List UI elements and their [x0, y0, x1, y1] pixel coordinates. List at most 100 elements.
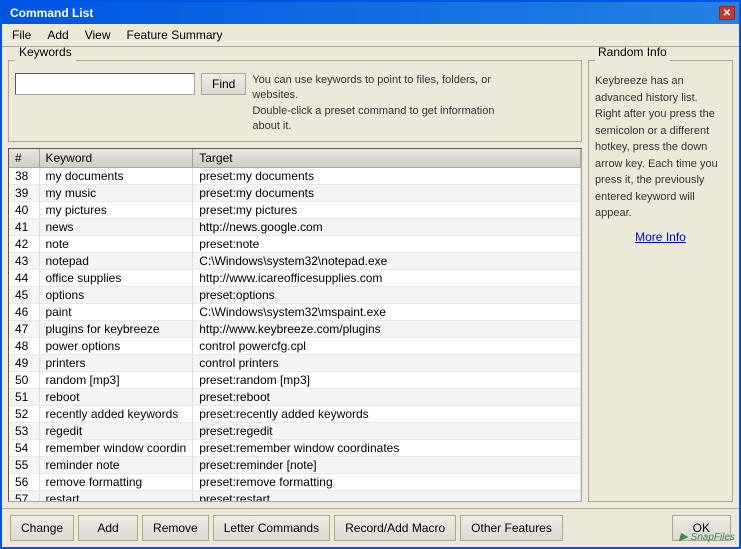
col-keyword: Keyword: [39, 149, 193, 168]
cell-num: 43: [9, 252, 39, 269]
cell-target: http://news.google.com: [193, 218, 581, 235]
cell-num: 56: [9, 473, 39, 490]
cell-num: 55: [9, 456, 39, 473]
menu-feature-summary[interactable]: Feature Summary: [121, 26, 229, 44]
cell-target: preset:reminder [note]: [193, 456, 581, 473]
cell-keyword: news: [39, 218, 193, 235]
cell-num: 44: [9, 269, 39, 286]
other-features-button[interactable]: Other Features: [460, 515, 563, 541]
remove-button[interactable]: Remove: [142, 515, 209, 541]
table-row[interactable]: 43 notepad C:\Windows\system32\notepad.e…: [9, 252, 581, 269]
table-row[interactable]: 47 plugins for keybreeze http://www.keyb…: [9, 320, 581, 337]
random-info-group: Random Info Keybreeze has an advanced hi…: [588, 53, 733, 502]
table-row[interactable]: 44 office supplies http://www.icareoffic…: [9, 269, 581, 286]
keywords-label: Keywords: [15, 47, 76, 59]
cell-keyword: notepad: [39, 252, 193, 269]
cell-keyword: power options: [39, 337, 193, 354]
table-row[interactable]: 40 my pictures preset:my pictures: [9, 201, 581, 218]
cell-keyword: recently added keywords: [39, 405, 193, 422]
menu-view[interactable]: View: [79, 26, 117, 44]
cell-keyword: remove formatting: [39, 473, 193, 490]
keyword-hint: You can use keywords to point to files, …: [252, 73, 502, 135]
cell-num: 50: [9, 371, 39, 388]
keyword-input[interactable]: [15, 73, 195, 95]
cell-num: 57: [9, 490, 39, 501]
cell-num: 54: [9, 439, 39, 456]
menu-bar: File Add View Feature Summary: [2, 24, 739, 47]
table-row[interactable]: 49 printers control printers: [9, 354, 581, 371]
cell-num: 40: [9, 201, 39, 218]
cell-keyword: remember window coordin: [39, 439, 193, 456]
more-info-link[interactable]: More Info: [595, 230, 726, 244]
cell-target: control printers: [193, 354, 581, 371]
cell-target: control powercfg.cpl: [193, 337, 581, 354]
cell-target: preset:note: [193, 235, 581, 252]
cell-num: 39: [9, 184, 39, 201]
command-table: # Keyword Target 38 my documents preset:…: [9, 149, 581, 501]
letter-commands-button[interactable]: Letter Commands: [213, 515, 330, 541]
find-button[interactable]: Find: [201, 73, 246, 95]
cell-target: preset:random [mp3]: [193, 371, 581, 388]
table-row[interactable]: 46 paint C:\Windows\system32\mspaint.exe: [9, 303, 581, 320]
table-row[interactable]: 52 recently added keywords preset:recent…: [9, 405, 581, 422]
table-header-row: # Keyword Target: [9, 149, 581, 168]
cell-num: 45: [9, 286, 39, 303]
table-row[interactable]: 55 reminder note preset:reminder [note]: [9, 456, 581, 473]
title-bar: Command List ✕: [2, 2, 739, 24]
cell-target: preset:options: [193, 286, 581, 303]
cell-num: 47: [9, 320, 39, 337]
table-row[interactable]: 54 remember window coordin preset:rememb…: [9, 439, 581, 456]
cell-num: 46: [9, 303, 39, 320]
cell-keyword: restart: [39, 490, 193, 501]
table-row[interactable]: 45 options preset:options: [9, 286, 581, 303]
cell-keyword: reminder note: [39, 456, 193, 473]
table-row[interactable]: 41 news http://news.google.com: [9, 218, 581, 235]
table-inner[interactable]: # Keyword Target 38 my documents preset:…: [9, 149, 581, 501]
cell-num: 53: [9, 422, 39, 439]
table-row[interactable]: 42 note preset:note: [9, 235, 581, 252]
table-row[interactable]: 57 restart preset:restart: [9, 490, 581, 501]
table-row[interactable]: 53 regedit preset:regedit: [9, 422, 581, 439]
menu-file[interactable]: File: [6, 26, 37, 44]
cell-num: 38: [9, 167, 39, 184]
change-button[interactable]: Change: [10, 515, 74, 541]
right-panel: Random Info Keybreeze has an advanced hi…: [588, 53, 733, 502]
cell-target: preset:my documents: [193, 184, 581, 201]
cell-keyword: paint: [39, 303, 193, 320]
cell-keyword: random [mp3]: [39, 371, 193, 388]
col-num: #: [9, 149, 39, 168]
table-row[interactable]: 51 reboot preset:reboot: [9, 388, 581, 405]
col-target: Target: [193, 149, 581, 168]
cell-keyword: printers: [39, 354, 193, 371]
random-info-label: Random Info: [595, 47, 670, 59]
cell-keyword: my music: [39, 184, 193, 201]
cell-num: 49: [9, 354, 39, 371]
cell-target: preset:remove formatting: [193, 473, 581, 490]
bottom-bar: Change Add Remove Letter Commands Record…: [2, 508, 739, 547]
close-button[interactable]: ✕: [719, 6, 735, 20]
cell-target: preset:my pictures: [193, 201, 581, 218]
cell-keyword: reboot: [39, 388, 193, 405]
window-title: Command List: [6, 6, 93, 20]
cell-target: preset:recently added keywords: [193, 405, 581, 422]
cell-target: http://www.icareofficesupplies.com: [193, 269, 581, 286]
cell-num: 41: [9, 218, 39, 235]
table-row[interactable]: 48 power options control powercfg.cpl: [9, 337, 581, 354]
table-row[interactable]: 56 remove formatting preset:remove forma…: [9, 473, 581, 490]
menu-add[interactable]: Add: [41, 26, 74, 44]
table-row[interactable]: 50 random [mp3] preset:random [mp3]: [9, 371, 581, 388]
cell-num: 42: [9, 235, 39, 252]
table-container: # Keyword Target 38 my documents preset:…: [8, 148, 582, 502]
cell-target: C:\Windows\system32\mspaint.exe: [193, 303, 581, 320]
cell-keyword: my documents: [39, 167, 193, 184]
cell-target: preset:restart: [193, 490, 581, 501]
cell-keyword: plugins for keybreeze: [39, 320, 193, 337]
record-macro-button[interactable]: Record/Add Macro: [334, 515, 456, 541]
add-button[interactable]: Add: [78, 515, 138, 541]
cell-target: preset:my documents: [193, 167, 581, 184]
cell-num: 52: [9, 405, 39, 422]
main-panel: Keywords Find You can use keywords to po…: [8, 53, 582, 502]
table-row[interactable]: 39 my music preset:my documents: [9, 184, 581, 201]
table-row[interactable]: 38 my documents preset:my documents: [9, 167, 581, 184]
cell-keyword: regedit: [39, 422, 193, 439]
